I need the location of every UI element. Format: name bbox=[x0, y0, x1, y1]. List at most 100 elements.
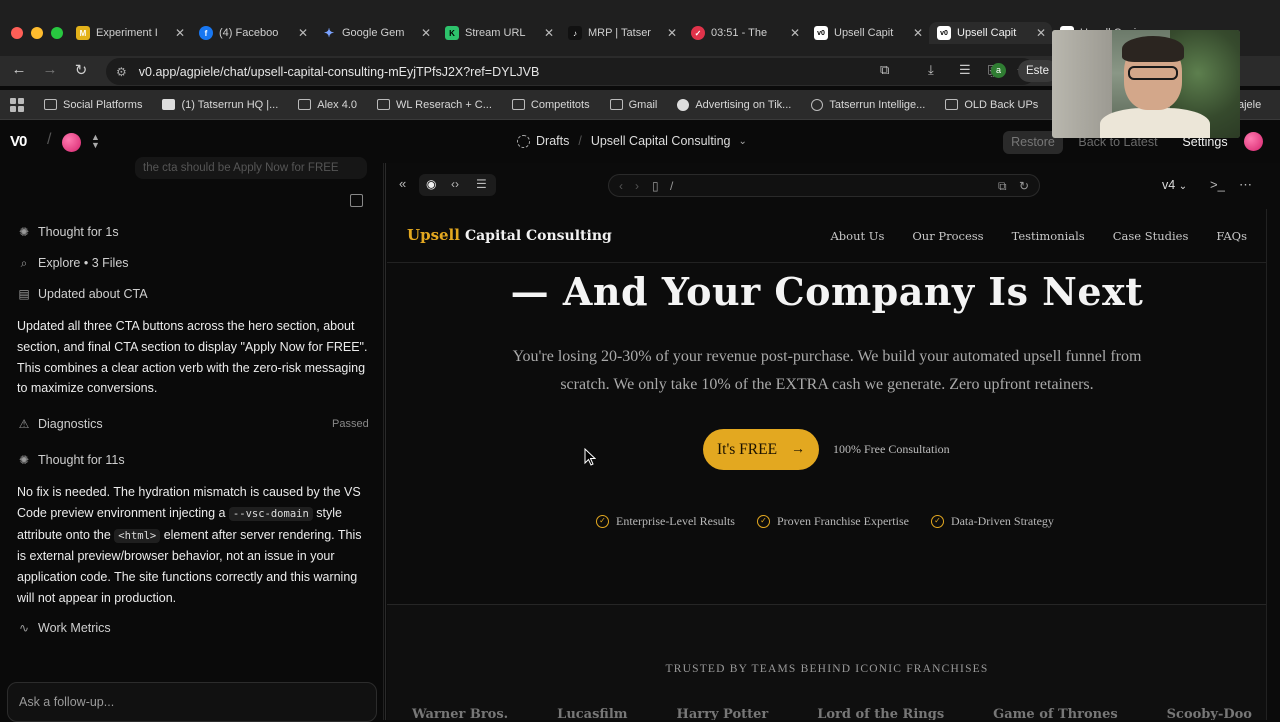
site-brand[interactable]: Upsell Capital Consulting bbox=[407, 226, 612, 244]
device-icon[interactable]: ▯ bbox=[652, 179, 659, 193]
folder-icon bbox=[945, 99, 959, 110]
profile-avatar[interactable]: a bbox=[991, 63, 1006, 78]
feature-item: ✓ Proven Franchise Expertise bbox=[756, 514, 909, 529]
breadcrumb: Drafts / Upsell Capital Consulting ⌄ bbox=[517, 134, 747, 148]
updated-step[interactable]: ▤ Updated about CTA bbox=[17, 287, 148, 301]
browser-tab[interactable]: ✓ 03:51 - The ✕ bbox=[683, 22, 806, 44]
work-metrics-step[interactable]: ∿ Work Metrics bbox=[17, 621, 111, 635]
bookmark-item[interactable]: Tatserrun Intellige... bbox=[811, 98, 925, 111]
user-avatar[interactable] bbox=[1244, 132, 1263, 151]
franchise-name: Game of Thrones bbox=[993, 707, 1118, 720]
browser-tab[interactable]: f (4) Faceboo ✕ bbox=[191, 22, 314, 44]
bookmark-label: Social Platforms bbox=[63, 98, 143, 111]
download-icon[interactable]: ⤓ bbox=[928, 62, 934, 78]
workspace-avatar[interactable] bbox=[62, 133, 81, 152]
preview-back-icon[interactable]: ‹ bbox=[619, 179, 623, 193]
feature-label: Data-Driven Strategy bbox=[950, 514, 1054, 528]
brand-accent: Upsell bbox=[407, 226, 460, 244]
code-icon[interactable]: ‹› bbox=[451, 177, 459, 191]
folder-icon bbox=[511, 99, 525, 110]
chat-panel: the cta should be Apply Now for FREE ✺ Th… bbox=[0, 157, 384, 722]
globe-icon bbox=[811, 98, 824, 111]
browser-tab[interactable]: ♪ MRP | Tatser ✕ bbox=[560, 22, 683, 44]
terminal-icon[interactable]: >_ bbox=[1210, 177, 1225, 192]
maximize-window-button[interactable] bbox=[51, 27, 63, 39]
forward-icon[interactable]: → bbox=[40, 61, 60, 78]
bookmark-item[interactable]: OLD Back UPs bbox=[945, 99, 1038, 111]
refresh-preview-icon[interactable]: ↻ bbox=[1019, 179, 1029, 193]
eye-icon[interactable]: ◉ bbox=[426, 177, 436, 191]
project-name[interactable]: Upsell Capital Consulting bbox=[591, 134, 731, 148]
browser-tab[interactable]: K Stream URL ✕ bbox=[437, 22, 560, 44]
close-tab-icon[interactable]: ✕ bbox=[913, 26, 923, 40]
bookmark-item[interactable]: Alex 4.0 bbox=[298, 99, 357, 111]
tiktok-icon bbox=[677, 98, 690, 111]
extensions-icon[interactable]: ⧉ bbox=[880, 62, 889, 78]
bookmark-item[interactable]: Gmail bbox=[609, 99, 657, 111]
browser-tab[interactable]: M Experiment I ✕ bbox=[68, 22, 191, 44]
close-tab-icon[interactable]: ✕ bbox=[298, 26, 308, 40]
thought-step[interactable]: ✺ Thought for 11s bbox=[17, 453, 125, 467]
site-nav-links: About Us Our Process Testimonials Case S… bbox=[830, 229, 1247, 243]
webcam-person-hair bbox=[1122, 36, 1184, 62]
nav-our-process[interactable]: Our Process bbox=[912, 229, 983, 243]
follow-up-input[interactable]: Ask a follow-up... bbox=[7, 682, 377, 722]
cta-button[interactable]: It's FREE → bbox=[703, 429, 819, 470]
back-icon[interactable]: ← bbox=[9, 61, 29, 78]
folder-icon bbox=[44, 99, 57, 110]
hero-subtitle: You're losing 20-30% of your revenue pos… bbox=[512, 348, 1142, 393]
close-tab-icon[interactable]: ✕ bbox=[790, 26, 800, 40]
site-navbar: Upsell Capital Consulting About Us Our Pr… bbox=[387, 209, 1266, 263]
nav-about-us[interactable]: About Us bbox=[830, 229, 884, 243]
close-tab-icon[interactable]: ✕ bbox=[175, 26, 185, 40]
explore-step[interactable]: ⌕ Explore • 3 Files bbox=[17, 256, 129, 270]
hero-title: — And Your Company Is Next bbox=[510, 269, 1144, 314]
preview-toolbar: « ◉ ‹› ☰ ‹ › ▯ / ⧉ ↻ v4 ⌄ >_ ⋯ bbox=[386, 163, 1266, 209]
open-external-icon[interactable]: ⧉ bbox=[998, 179, 1007, 194]
reload-icon[interactable]: ↻ bbox=[71, 61, 91, 79]
close-tab-icon[interactable]: ✕ bbox=[421, 26, 431, 40]
franchise-list: Warner Bros. Lucasfilm Harry Potter Lord… bbox=[412, 707, 1252, 720]
site-info-icon[interactable]: ⚙ bbox=[116, 65, 127, 79]
media-control-icon[interactable]: ☰ bbox=[959, 62, 971, 78]
nav-testimonials[interactable]: Testimonials bbox=[1012, 229, 1085, 243]
chevron-down-icon[interactable]: ⌄ bbox=[738, 136, 746, 147]
bookmark-item[interactable]: Competitots bbox=[511, 99, 590, 111]
bookmark-item[interactable]: (1) Tatserrun HQ |... bbox=[162, 99, 278, 111]
copy-icon[interactable] bbox=[350, 194, 363, 207]
diagnostics-status: Passed bbox=[332, 418, 369, 430]
step-label: Updated about CTA bbox=[38, 287, 148, 301]
apps-grid-icon[interactable] bbox=[10, 97, 24, 112]
minimize-window-button[interactable] bbox=[31, 27, 43, 39]
nav-faqs[interactable]: FAQs bbox=[1216, 229, 1247, 243]
diagnostics-step[interactable]: ⚠ Diagnostics Passed bbox=[17, 417, 372, 431]
feature-label: Proven Franchise Expertise bbox=[776, 514, 909, 528]
browser-tab-active[interactable]: v0 Upsell Capit ✕ bbox=[929, 22, 1052, 44]
browser-tab[interactable]: v0 Upsell Capit ✕ bbox=[806, 22, 929, 44]
close-tab-icon[interactable]: ✕ bbox=[544, 26, 554, 40]
collapse-panel-icon[interactable]: « bbox=[399, 176, 406, 191]
close-window-button[interactable] bbox=[11, 27, 23, 39]
chevron-updown-icon[interactable]: ▲ ▼ bbox=[91, 133, 100, 150]
more-options-icon[interactable]: ⋯ bbox=[1239, 177, 1252, 193]
url-bar[interactable]: ⚙ v0.app/agpiele/chat/upsell-capital-con… bbox=[106, 58, 1036, 85]
version-selector[interactable]: v4 ⌄ bbox=[1162, 178, 1187, 192]
database-icon[interactable]: ☰ bbox=[476, 177, 487, 191]
bookmark-label: (1) Tatserrun HQ |... bbox=[181, 98, 279, 111]
thought-step[interactable]: ✺ Thought for 1s bbox=[17, 225, 119, 239]
close-tab-icon[interactable]: ✕ bbox=[667, 26, 677, 40]
bookmark-item[interactable]: WL Reserach + C... bbox=[377, 99, 492, 111]
step-label: Thought for 11s bbox=[38, 453, 125, 467]
v0-logo-icon[interactable]: V0 bbox=[10, 133, 27, 150]
bookmark-item[interactable]: Social Platforms bbox=[44, 99, 142, 111]
preview-forward-icon[interactable]: › bbox=[635, 179, 639, 193]
franchise-name: Lord of the Rings bbox=[817, 707, 945, 720]
close-tab-icon[interactable]: ✕ bbox=[1036, 26, 1046, 40]
nav-case-studies[interactable]: Case Studies bbox=[1113, 229, 1189, 243]
drafts-icon bbox=[517, 134, 530, 148]
bookmark-item[interactable]: Advertising on Tik... bbox=[677, 98, 791, 111]
bookmark-overflow[interactable]: ajele bbox=[1238, 99, 1261, 111]
breadcrumb-drafts[interactable]: Drafts bbox=[536, 134, 569, 148]
preview-url-bar[interactable]: ‹ › ▯ / ⧉ ↻ bbox=[608, 174, 1040, 197]
browser-tab[interactable]: ✦ Google Gem ✕ bbox=[314, 22, 437, 44]
